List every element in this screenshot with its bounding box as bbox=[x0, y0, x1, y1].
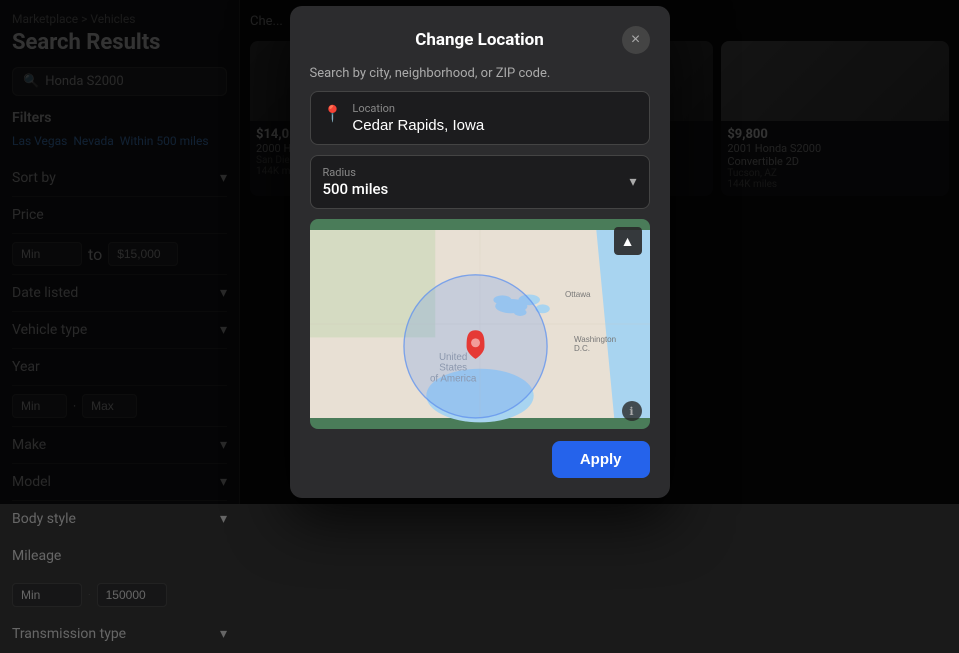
close-button[interactable]: × bbox=[622, 26, 650, 54]
mileage-label-row: Mileage bbox=[12, 538, 227, 575]
location-input-inner: Location bbox=[352, 102, 632, 134]
modal-header: Change Location × bbox=[310, 26, 650, 54]
transmission-chevron: ▾ bbox=[220, 626, 227, 642]
radius-label: Radius bbox=[323, 166, 389, 179]
modal-footer: Apply bbox=[310, 441, 650, 478]
change-location-modal: Change Location × Search by city, neighb… bbox=[290, 6, 670, 498]
modal-subtitle: Search by city, neighborhood, or ZIP cod… bbox=[310, 66, 650, 81]
map-info-icon[interactable]: ℹ bbox=[622, 401, 642, 421]
radius-inner: Radius 500 miles bbox=[323, 166, 389, 198]
mileage-min-input[interactable] bbox=[12, 583, 82, 607]
svg-text:Ottawa: Ottawa bbox=[565, 290, 591, 299]
body-style-row[interactable]: Body style ▾ bbox=[12, 501, 227, 538]
mileage-max-input[interactable] bbox=[97, 583, 167, 607]
mileage-slider-dot: · bbox=[88, 590, 91, 601]
svg-text:D.C.: D.C. bbox=[573, 344, 589, 353]
body-style-chevron: ▾ bbox=[220, 511, 227, 527]
map-svg: United States of America Ottawa Washingt… bbox=[310, 219, 650, 429]
transmission-label: Transmission type bbox=[12, 626, 126, 642]
location-input[interactable] bbox=[352, 117, 632, 134]
location-input-wrapper[interactable]: 📍 Location bbox=[310, 91, 650, 145]
body-style-label: Body style bbox=[12, 511, 76, 527]
compass-icon[interactable]: ▲ bbox=[614, 227, 642, 255]
apply-button[interactable]: Apply bbox=[552, 441, 650, 478]
chevron-down-icon: ▾ bbox=[629, 174, 636, 190]
location-pin-icon: 📍 bbox=[323, 104, 343, 123]
transmission-row[interactable]: Transmission type ▾ bbox=[12, 616, 227, 653]
map-container: United States of America Ottawa Washingt… bbox=[310, 219, 650, 429]
location-label: Location bbox=[352, 102, 632, 115]
mileage-range: · bbox=[12, 575, 227, 616]
mileage-label: Mileage bbox=[12, 548, 61, 564]
radius-select-wrapper[interactable]: Radius 500 miles ▾ bbox=[310, 155, 650, 209]
radius-value: 500 miles bbox=[323, 180, 389, 198]
modal-title: Change Location bbox=[338, 30, 622, 50]
svg-text:Washington: Washington bbox=[573, 335, 615, 344]
